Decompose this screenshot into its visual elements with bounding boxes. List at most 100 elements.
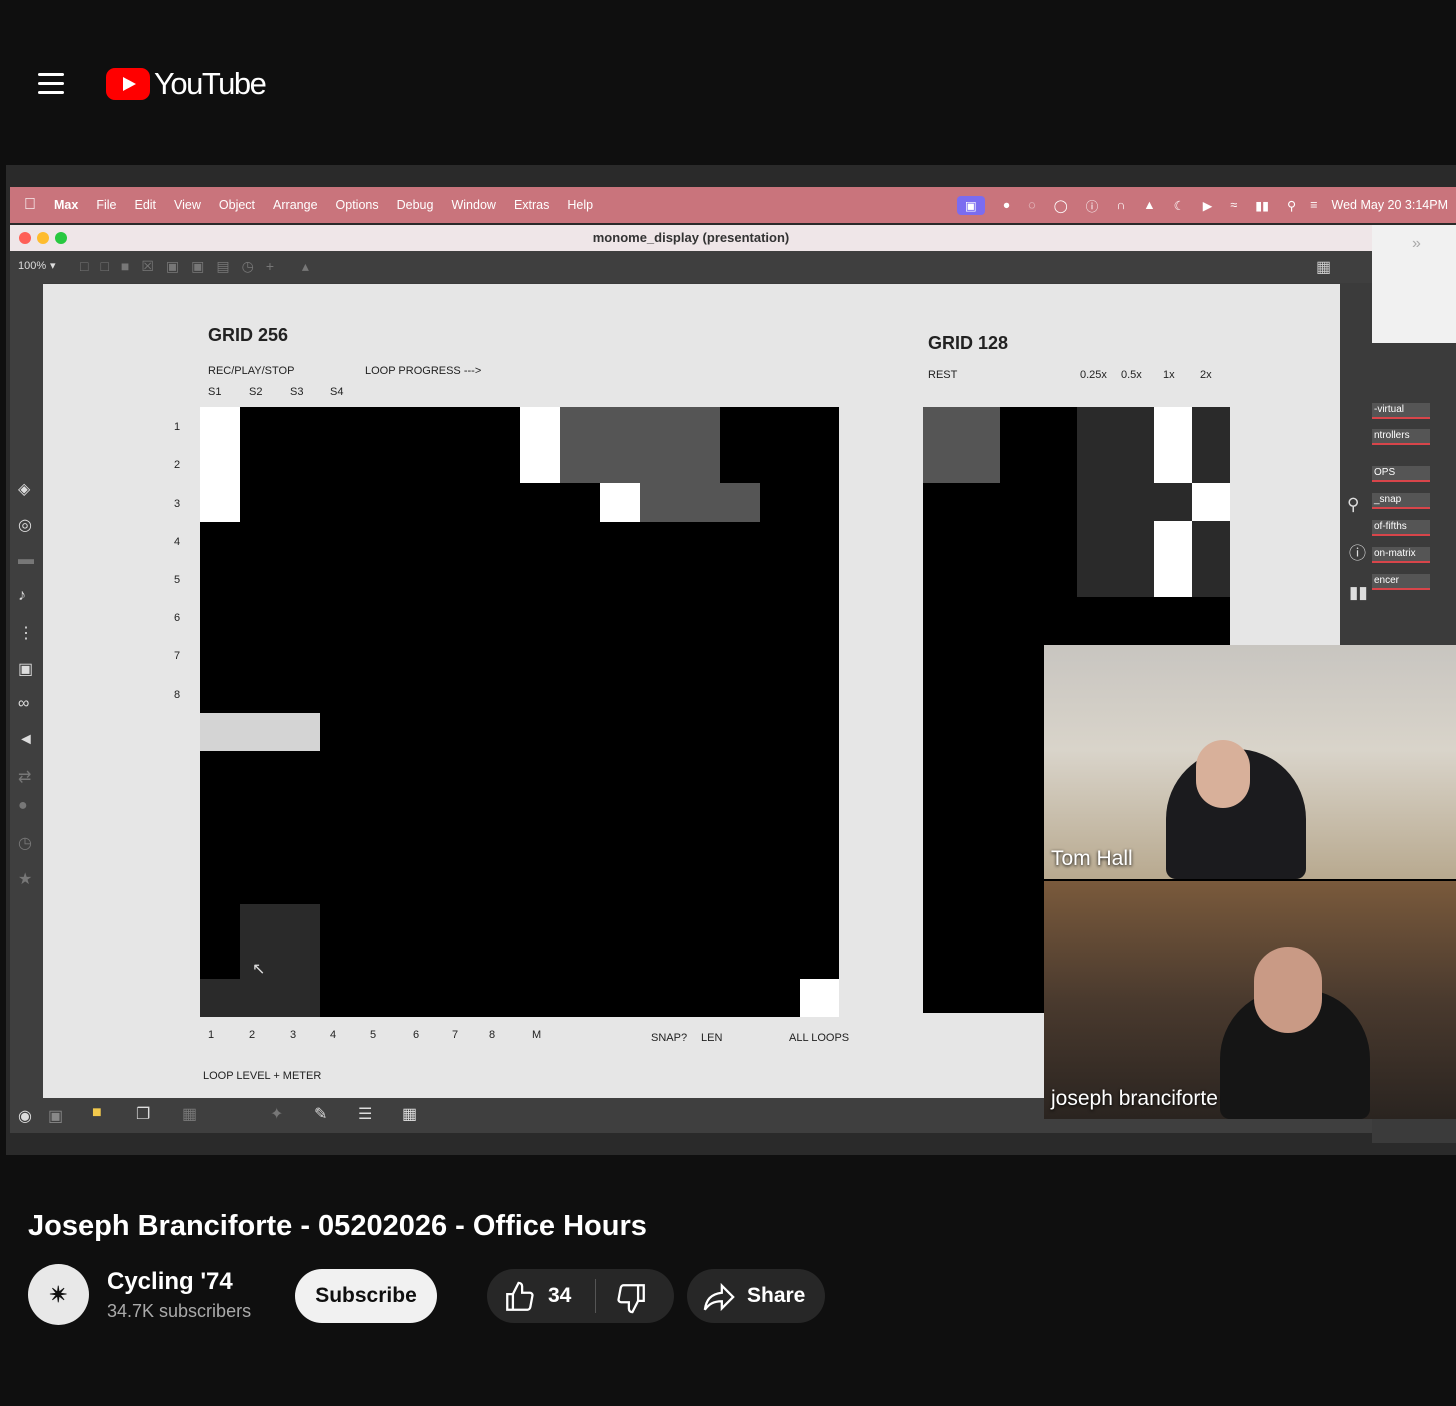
row-label-7: 7 <box>174 650 181 662</box>
menu-extras[interactable]: Extras <box>514 198 549 212</box>
channel-avatar[interactable]: ✴ <box>28 1264 89 1325</box>
battery-icon[interactable]: ▮▮ <box>1255 198 1269 213</box>
thumbs-down-icon <box>617 1284 645 1314</box>
patch-object-4[interactable]: _snap <box>1372 493 1430 509</box>
menu-max[interactable]: Max <box>54 198 78 212</box>
grid-icon[interactable]: ▦ <box>402 1104 417 1124</box>
row-label-6: 6 <box>174 612 181 624</box>
grid-view-icon[interactable]: ▦ <box>1316 257 1331 277</box>
debug-icon[interactable]: ✦ <box>270 1104 283 1124</box>
grid-cell-lit[interactable] <box>520 407 560 483</box>
screen-share-icon[interactable]: ▣ <box>956 195 985 215</box>
toolbar-icons[interactable]: □□■☒▣▣▤◷+ ▴ <box>80 258 321 275</box>
packages-icon[interactable]: ◈ <box>18 479 30 499</box>
search-sidebar-icon[interactable]: ⚲ <box>1347 495 1359 515</box>
menu-options[interactable]: Options <box>336 198 379 212</box>
expand-chevron-icon[interactable]: » <box>1412 235 1421 253</box>
patch-object-5[interactable]: of-fifths <box>1372 520 1430 536</box>
grid256-matrix[interactable]: ↖ <box>200 407 839 1017</box>
like-button[interactable]: 34 <box>487 1269 595 1323</box>
plug-icon[interactable]: ◄ <box>18 731 34 749</box>
grid-cell-dim[interactable] <box>640 483 760 522</box>
info-sidebar-icon[interactable]: ⓘ <box>1349 539 1366 564</box>
subscribe-button[interactable]: Subscribe <box>295 1269 437 1323</box>
search-icon[interactable]: ⚲ <box>1287 198 1296 213</box>
patch-object-3[interactable]: OPS <box>1372 466 1430 482</box>
dislike-button[interactable] <box>596 1269 674 1323</box>
status-icon-2[interactable]: ◌ <box>1028 198 1035 212</box>
bottom-col-7: 7 <box>452 1029 459 1041</box>
zoom-window-button[interactable] <box>55 232 67 244</box>
menu-object[interactable]: Object <box>219 198 255 212</box>
control-center-icon[interactable]: ≡ <box>1310 198 1317 212</box>
grid-cell-dim[interactable] <box>923 407 1000 483</box>
bottom-col-2: 2 <box>249 1029 256 1041</box>
sequence-icon[interactable]: ⋮ <box>18 623 34 643</box>
zoom-dropdown-icon[interactable]: ▾ <box>50 259 56 272</box>
patch-object-2[interactable]: ntrollers <box>1372 429 1430 445</box>
play-circle-icon[interactable]: ▶ <box>1203 198 1213 213</box>
paperclip-icon[interactable]: ∞ <box>18 695 29 713</box>
image-icon[interactable]: ▣ <box>18 659 33 679</box>
patch-object-1[interactable]: -virtual <box>1372 403 1430 419</box>
loop-progress-label: LOOP PROGRESS ---> <box>365 365 482 377</box>
menu-file[interactable]: File <box>96 198 116 212</box>
patch-object-6[interactable]: on-matrix <box>1372 547 1430 563</box>
grid-align-icon[interactable]: ▦ <box>182 1104 197 1124</box>
grid-cell-lit[interactable] <box>600 483 640 522</box>
grid-cell-lit[interactable] <box>1192 483 1230 521</box>
moon-icon[interactable]: ☾ <box>1174 198 1185 213</box>
star-icon[interactable]: ★ <box>18 869 32 889</box>
presentation-icon[interactable]: ▣ <box>48 1106 63 1126</box>
person-head <box>1196 740 1250 808</box>
menu-arrange[interactable]: Arrange <box>273 198 317 212</box>
layers-icon[interactable]: ❐ <box>136 1104 150 1124</box>
status-icon-1[interactable]: ● <box>1003 198 1011 212</box>
grid-cell-lit[interactable] <box>800 979 839 1017</box>
share-label: Share <box>747 1284 806 1307</box>
columns-sidebar-icon[interactable]: ▮▮ <box>1349 583 1368 603</box>
wifi-icon[interactable]: ≈ <box>1230 198 1237 212</box>
bottom-col-m: M <box>532 1029 542 1041</box>
zoom-level[interactable]: 100% <box>18 260 46 272</box>
info-circle-icon[interactable]: ● <box>18 797 28 815</box>
menu-view[interactable]: View <box>174 198 201 212</box>
menu-window[interactable]: Window <box>451 198 495 212</box>
menu-help[interactable]: Help <box>567 198 593 212</box>
hamburger-menu-icon[interactable] <box>36 70 68 96</box>
status-icon-5[interactable]: ▲ <box>1143 198 1155 212</box>
snap-label: SNAP? <box>651 1032 688 1044</box>
minimize-window-button[interactable] <box>37 232 49 244</box>
level-meter-bar[interactable] <box>200 713 320 751</box>
grid-cell-lit[interactable] <box>1154 407 1192 483</box>
close-window-button[interactable] <box>19 232 31 244</box>
target-icon[interactable]: ◎ <box>18 515 32 535</box>
menu-debug[interactable]: Debug <box>397 198 434 212</box>
menubar-datetime: Wed May 20 3:14PM <box>1331 198 1449 212</box>
share-button[interactable]: Share <box>687 1269 825 1323</box>
speed-2-label: 2x <box>1200 369 1212 381</box>
webcam-overlay: Tom Hall joseph branciforte <box>1044 645 1456 1119</box>
apple-icon[interactable]:  <box>24 196 36 214</box>
grid-cell-lit[interactable] <box>200 407 240 522</box>
wrench-icon[interactable]: ✎ <box>314 1104 327 1124</box>
col-label-s4: S4 <box>330 386 344 398</box>
grid-cell-dim[interactable] <box>560 407 720 483</box>
lock-icon[interactable]: ◉ <box>18 1106 32 1126</box>
status-icon-3[interactable]: ◯ <box>1054 198 1068 213</box>
level-meter-base[interactable] <box>200 979 240 1017</box>
patch-object-7[interactable]: encer <box>1372 574 1430 590</box>
presentation-mode-icon[interactable]: ■ <box>92 1104 102 1122</box>
link-icon[interactable]: ⇄ <box>18 767 31 787</box>
channel-name[interactable]: Cycling '74 <box>107 1268 233 1296</box>
clock-icon[interactable]: ◷ <box>18 833 32 853</box>
grid-cell-lit[interactable] <box>1154 521 1192 597</box>
youtube-logo[interactable]: YouTube <box>106 64 267 104</box>
menu-edit[interactable]: Edit <box>134 198 156 212</box>
music-note-icon[interactable]: ♪ <box>18 587 26 605</box>
alert-icon[interactable]: ⓘ <box>1086 196 1099 215</box>
col-label-s3: S3 <box>290 386 304 398</box>
piano-icon[interactable]: ☰ <box>358 1104 372 1124</box>
object-icon[interactable]: ▬ <box>18 551 34 569</box>
status-icon-4[interactable]: ∩ <box>1116 198 1125 212</box>
